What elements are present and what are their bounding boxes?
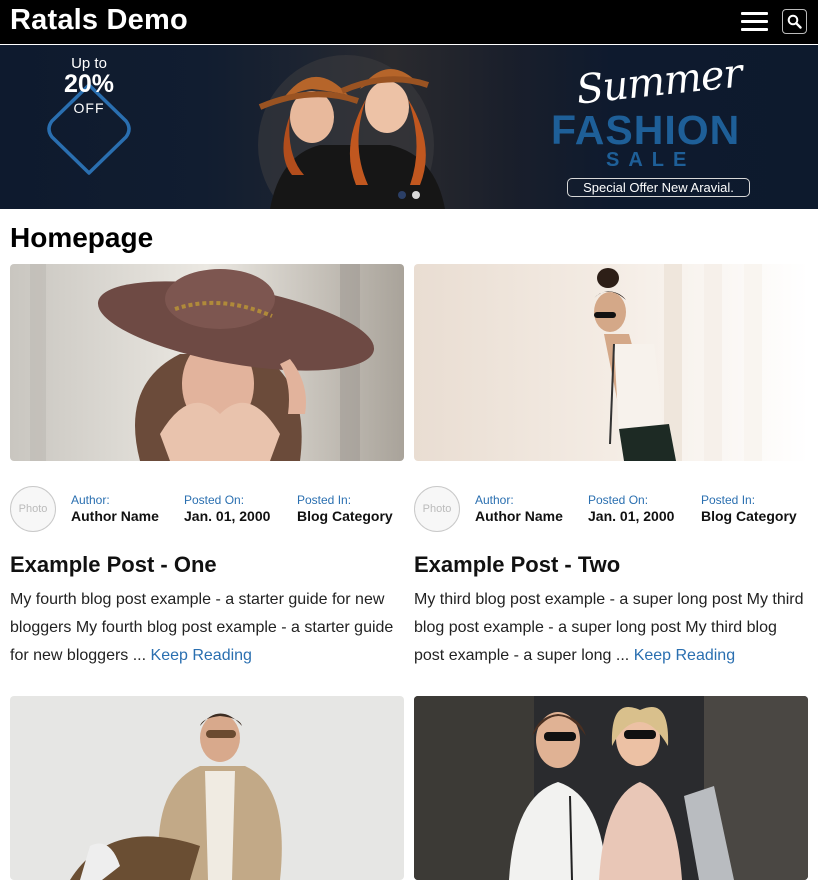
- banner-subheadline: SALE: [606, 149, 696, 171]
- posted-in-label: Posted In:: [701, 493, 756, 507]
- post-3-image[interactable]: [10, 696, 404, 880]
- post-category[interactable]: Blog Category: [297, 508, 393, 524]
- search-icon[interactable]: [782, 9, 807, 34]
- author-name[interactable]: Author Name: [71, 508, 159, 524]
- page-title: Homepage: [10, 222, 154, 253]
- banner-models-image: [258, 55, 445, 209]
- post-1-image[interactable]: [10, 264, 404, 461]
- post-title[interactable]: Example Post - One: [10, 552, 217, 578]
- hamburger-menu-icon[interactable]: [741, 9, 768, 35]
- author-avatar[interactable]: Photo: [10, 486, 56, 532]
- badge-percent: 20%: [63, 70, 115, 98]
- posted-in-label: Posted In:: [297, 493, 352, 507]
- post-excerpt: My fourth blog post example - a starter …: [10, 586, 404, 670]
- site-title[interactable]: Ratals Demo: [10, 4, 188, 37]
- posted-on-label: Posted On:: [588, 493, 649, 507]
- banner-offer-tag: Special Offer New Aravial.: [567, 178, 750, 197]
- slider-dot-1[interactable]: [398, 191, 406, 199]
- author-label: Author:: [475, 493, 514, 507]
- posted-on-date: Jan. 01, 2000: [184, 508, 271, 524]
- top-navbar: Ratals Demo: [0, 0, 818, 44]
- post-category[interactable]: Blog Category: [701, 508, 797, 524]
- post-title[interactable]: Example Post - Two: [414, 552, 620, 578]
- author-avatar[interactable]: Photo: [414, 486, 460, 532]
- hero-banner-slider[interactable]: Up to 20% OFF Summer FASHION SALE Specia…: [0, 45, 818, 209]
- post-excerpt-text: My third blog post example - a super lon…: [414, 591, 804, 664]
- keep-reading-link[interactable]: Keep Reading: [634, 647, 735, 664]
- post-excerpt: My third blog post example - a super lon…: [414, 586, 808, 670]
- banner-headline: FASHION: [551, 107, 741, 153]
- post-4-image[interactable]: [414, 696, 808, 880]
- post-card-2: Photo Author: Author Name Posted On: Jan…: [414, 264, 808, 880]
- badge-off: OFF: [73, 100, 105, 116]
- posted-on-label: Posted On:: [184, 493, 245, 507]
- author-label: Author:: [71, 493, 110, 507]
- posted-on-date: Jan. 01, 2000: [588, 508, 675, 524]
- post-2-image[interactable]: [414, 264, 808, 461]
- post-card-1: Photo Author: Author Name Posted On: Jan…: [10, 264, 404, 880]
- author-name[interactable]: Author Name: [475, 508, 563, 524]
- keep-reading-link[interactable]: Keep Reading: [151, 647, 252, 664]
- slider-dot-2[interactable]: [412, 191, 420, 199]
